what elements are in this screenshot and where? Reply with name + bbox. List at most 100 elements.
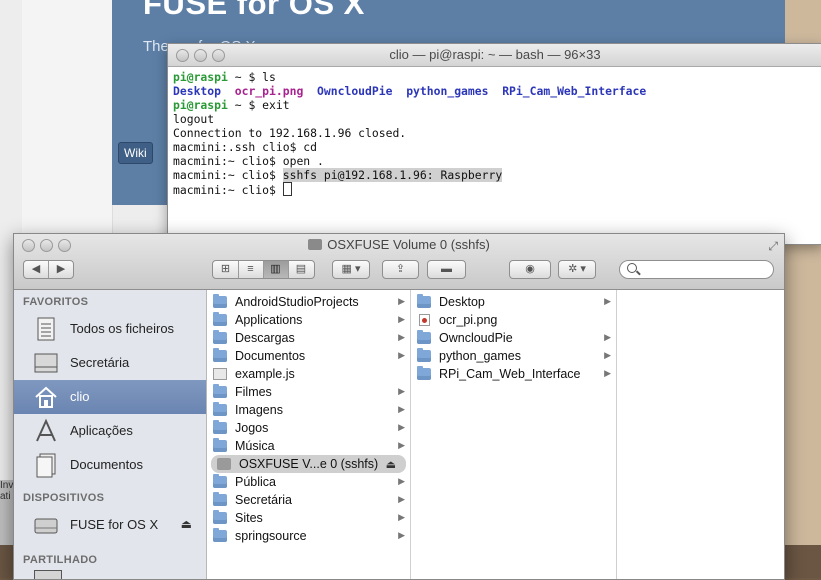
arrange-button[interactable]: ▦ ▾	[332, 260, 370, 279]
action-button[interactable]: ✲ ▾	[558, 260, 596, 279]
terminal-line-7: macmini:~ clio$ open .	[173, 154, 324, 168]
disclosure-arrow-icon: ▶	[398, 404, 405, 414]
list-item[interactable]: OSXFUSE V...e 0 (sshfs) ⏏	[211, 455, 406, 473]
folder-icon	[213, 528, 227, 542]
list-item[interactable]: Pública ▶	[207, 473, 410, 491]
list-item[interactable]: Música ▶	[207, 437, 410, 455]
arrange-icon: ▦ ▾	[341, 263, 361, 275]
disk-icon	[34, 518, 58, 534]
disclosure-arrow-icon: ▶	[398, 476, 405, 486]
background-wiki-button[interactable]: Wiki	[118, 142, 153, 164]
eject-icon[interactable]: ⏏	[386, 458, 396, 471]
list-item[interactable]: Applications ▶	[207, 311, 410, 329]
list-view-icon[interactable]: ≡	[239, 261, 264, 278]
list-item[interactable]: ocr_pi.png	[411, 311, 616, 329]
list-item[interactable]: Secretária ▶	[207, 491, 410, 509]
tag-icon: ▬	[441, 263, 452, 275]
sidebar-item-desktop[interactable]: Secretária	[14, 346, 206, 380]
eject-icon[interactable]: ⏏	[181, 517, 192, 531]
icon-view-icon[interactable]: ⊞	[214, 261, 239, 278]
disclosure-arrow-icon: ▶	[398, 314, 405, 324]
list-item-label: Imagens	[235, 403, 283, 417]
sidebar-item-fuse-disk[interactable]: FUSE for OS X ⏏	[14, 508, 206, 542]
list-item-label: Documentos	[235, 349, 306, 363]
view-mode-control[interactable]: ⊞ ≡ ▥ ▤	[212, 260, 315, 279]
search-icon	[627, 263, 637, 273]
sidebar-item-documents[interactable]: Documentos	[14, 448, 206, 482]
devices-header: DISPOSITIVOS	[23, 492, 105, 504]
list-item[interactable]: RPi_Cam_Web_Interface ▶	[411, 365, 616, 383]
terminal-line-3: pi@raspi ~ $ exit	[173, 98, 290, 112]
finder-column-home[interactable]: AndroidStudioProjects ▶ Applications ▶ Desca…	[207, 290, 411, 579]
finder-window[interactable]: OSXFUSE Volume 0 (sshfs) ⤢ ◀ ▶ ⊞ ≡ ▥ ▤ ▦ ▾ ⇪…	[13, 233, 785, 580]
folder-icon	[213, 384, 227, 398]
terminal-output[interactable]: pi@raspi ~ $ ls Desktop ocr_pi.png Owncl…	[168, 67, 821, 200]
terminal-cursor	[282, 182, 292, 196]
list-item[interactable]: Imagens ▶	[207, 401, 410, 419]
list-item[interactable]: springsource ▶	[207, 527, 410, 545]
favorites-header: FAVORITOS	[23, 296, 89, 308]
script-file-icon	[213, 368, 227, 380]
list-item[interactable]: Jogos ▶	[207, 419, 410, 437]
terminal-window[interactable]: clio — pi@raspi: ~ — bash — 96×33 pi@ras…	[167, 43, 821, 245]
list-item-label: python_games	[439, 349, 522, 363]
folder-icon	[213, 312, 227, 326]
gear-icon: ✲ ▾	[568, 263, 586, 275]
finder-title: OSXFUSE Volume 0 (sshfs)	[14, 237, 784, 252]
sidebar-item-applications[interactable]: Aplicações	[14, 414, 206, 448]
list-item-label: Sites	[235, 511, 263, 525]
list-item[interactable]: Descargas ▶	[207, 329, 410, 347]
list-item[interactable]: Documentos ▶	[207, 347, 410, 365]
quicklook-button[interactable]: ◉	[509, 260, 551, 279]
minimize-button[interactable]	[194, 49, 207, 62]
finder-column-empty	[617, 290, 784, 579]
eye-icon: ◉	[525, 263, 535, 275]
close-button[interactable]	[176, 49, 189, 62]
list-item[interactable]: Filmes ▶	[207, 383, 410, 401]
sidebar-item-home[interactable]: clio	[14, 380, 206, 414]
finder-column-volume[interactable]: Desktop ▶ ocr_pi.png OwncloudPie ▶ python_gam…	[411, 290, 617, 579]
list-item-label: springsource	[235, 529, 307, 543]
list-item[interactable]: Desktop ▶	[411, 293, 616, 311]
back-icon[interactable]: ◀	[24, 261, 49, 278]
disclosure-arrow-icon: ▶	[398, 422, 405, 432]
terminal-line-8: macmini:~ clio$ sshfs pi@192.168.1.96: R…	[173, 168, 503, 182]
back-forward-control[interactable]: ◀ ▶	[23, 260, 74, 279]
documents-icon	[36, 453, 56, 478]
list-item-label: Applications	[235, 313, 303, 327]
list-item[interactable]: python_games ▶	[411, 347, 616, 365]
fullscreen-icon[interactable]: ⤢	[768, 239, 778, 254]
terminal-selected-text: sshfs pi@192.168.1.96: Raspberry	[282, 168, 503, 182]
terminal-titlebar[interactable]: clio — pi@raspi: ~ — bash — 96×33	[168, 44, 821, 67]
desktop-icon	[34, 353, 58, 373]
disclosure-arrow-icon: ▶	[398, 440, 405, 450]
list-item[interactable]: example.js	[207, 365, 410, 383]
list-item[interactable]: AndroidStudioProjects ▶	[207, 293, 410, 311]
folder-icon	[213, 474, 227, 488]
folder-icon	[213, 420, 227, 434]
terminal-line-9: macmini:~ clio$	[173, 182, 292, 197]
list-item-label: RPi_Cam_Web_Interface	[439, 367, 581, 381]
folder-icon	[213, 510, 227, 524]
list-item[interactable]: OwncloudPie ▶	[411, 329, 616, 347]
list-item-label: OwncloudPie	[439, 331, 513, 345]
folder-icon	[417, 330, 431, 344]
disclosure-arrow-icon: ▶	[398, 494, 405, 504]
zoom-button[interactable]	[212, 49, 225, 62]
disclosure-arrow-icon: ▶	[398, 386, 405, 396]
search-input[interactable]	[619, 260, 774, 279]
finder-toolbar: OSXFUSE Volume 0 (sshfs) ⤢ ◀ ▶ ⊞ ≡ ▥ ▤ ▦ ▾ ⇪…	[14, 234, 784, 290]
background-hero-title: FUSE for OS X	[143, 0, 365, 21]
share-button[interactable]: ⇪	[382, 260, 419, 279]
coverflow-view-icon[interactable]: ▤	[289, 261, 314, 278]
list-item-label: OSXFUSE V...e 0 (sshfs)	[239, 457, 379, 471]
list-item-label: Pública	[235, 475, 276, 489]
tags-button[interactable]: ▬	[427, 260, 466, 279]
column-view-icon[interactable]: ▥	[263, 261, 289, 278]
forward-icon[interactable]: ▶	[49, 261, 73, 278]
sidebar-item-all-files[interactable]: Todos os ficheiros	[14, 312, 206, 346]
list-item[interactable]: Sites ▶	[207, 509, 410, 527]
list-item-label: Descargas	[235, 331, 295, 345]
list-item-label: ocr_pi.png	[439, 313, 498, 327]
list-item-label: Desktop	[439, 295, 485, 309]
